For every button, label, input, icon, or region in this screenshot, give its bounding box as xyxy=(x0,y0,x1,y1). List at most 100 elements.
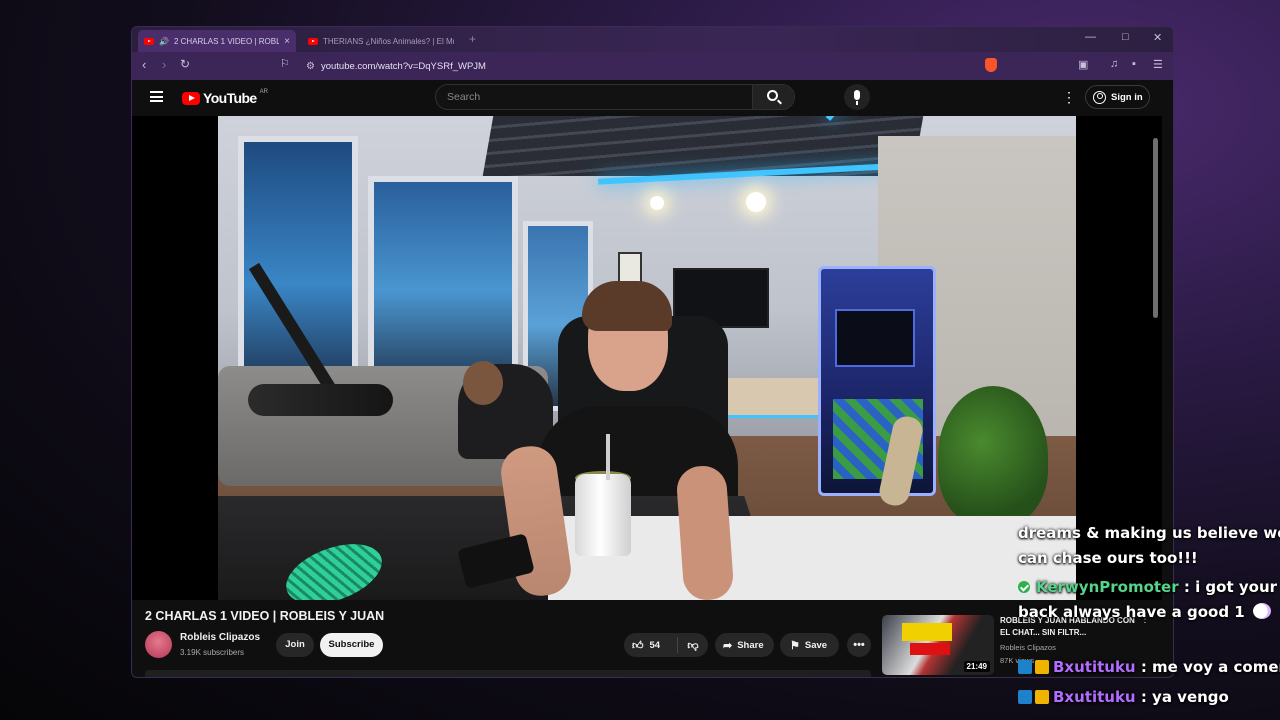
unicorn-emote-icon xyxy=(1252,603,1271,619)
share-label: Share xyxy=(737,639,764,651)
url-text[interactable]: youtube.com/watch?v=DqYSRf_WPJM xyxy=(321,61,486,72)
speaker-icon[interactable]: 🔊 xyxy=(159,37,169,46)
brave-shield-icon[interactable] xyxy=(985,58,997,72)
hamburger-menu-icon[interactable] xyxy=(150,91,163,102)
scene-lamp xyxy=(746,192,766,212)
chat-text: : me voy a comer xyxy=(1135,658,1280,676)
chat-text: can chase ours too!!! xyxy=(1018,549,1198,567)
forward-icon[interactable]: › xyxy=(162,57,166,72)
close-window-button[interactable]: ✕ xyxy=(1153,31,1162,44)
page-scrollbar[interactable] xyxy=(1153,138,1158,318)
country-code: AR xyxy=(259,89,268,95)
description-box[interactable] xyxy=(145,670,871,677)
video-duration: 21:49 xyxy=(963,661,990,672)
tab-title: 2 CHARLAS 1 VIDEO | ROBLEIS xyxy=(173,36,279,46)
suggested-channel[interactable]: Robleis Clipazos xyxy=(1000,643,1056,652)
more-horizontal-icon: ••• xyxy=(853,639,865,651)
minimize-button[interactable]: — xyxy=(1085,31,1096,43)
tab-therians[interactable]: THERIANS ¿Niños Animales? | El Mu xyxy=(302,30,460,52)
search-icon xyxy=(767,90,778,101)
scene-person-hair xyxy=(582,281,672,331)
video-frame[interactable] xyxy=(218,116,1076,600)
verified-badge-icon xyxy=(1018,581,1030,593)
arcade-screen xyxy=(835,309,915,367)
tab-title: THERIANS ¿Niños Animales? | El Mu xyxy=(323,36,454,46)
bookmark-icon[interactable]: ⚐ xyxy=(280,57,290,70)
channel-name[interactable]: Robleis Clipazos xyxy=(180,632,260,643)
scene-lamp xyxy=(650,196,664,210)
tab-close-icon[interactable]: × xyxy=(284,36,290,47)
thumbs-up-icon: 👍︎ xyxy=(632,639,644,652)
crown-badge-icon xyxy=(1035,660,1049,674)
sign-in-button[interactable]: Sign in xyxy=(1085,85,1150,109)
youtube-logo[interactable]: YouTube AR xyxy=(182,89,268,106)
sidebar-icon[interactable]: ▣ xyxy=(1078,58,1088,71)
chat-text: : ya vengo xyxy=(1135,688,1229,706)
scene-plant xyxy=(938,386,1048,526)
scene-cabinet xyxy=(728,378,820,418)
microphone-icon xyxy=(854,90,860,105)
chat-username: Bxutituku xyxy=(1053,688,1136,706)
site-settings-icon[interactable]: ⚙ xyxy=(306,61,315,72)
url-field[interactable]: ⚙ youtube.com/watch?v=DqYSRf_WPJM xyxy=(306,57,986,75)
thumbnail-art xyxy=(910,643,950,655)
chat-username: Bxutituku xyxy=(1053,658,1136,676)
channel-avatar[interactable] xyxy=(145,631,172,658)
suggested-video-thumbnail[interactable]: 21:49 xyxy=(882,615,994,675)
video-player[interactable] xyxy=(132,116,1162,600)
maximize-button[interactable]: □ xyxy=(1122,31,1129,43)
voice-search-button[interactable] xyxy=(844,84,870,110)
join-button[interactable]: Join xyxy=(276,633,314,657)
subscriber-count: 3.19K subscribers xyxy=(180,648,245,657)
thumbs-down-icon: 👎︎ xyxy=(687,639,699,652)
more-actions-button[interactable]: ••• xyxy=(847,633,871,657)
wallet-icon[interactable]: ▪ xyxy=(1132,58,1136,70)
scene-person-head xyxy=(463,361,503,405)
tab-active-video[interactable]: 🔊 2 CHARLAS 1 VIDEO | ROBLEIS × xyxy=(138,30,296,52)
prime-badge-icon xyxy=(1018,690,1032,704)
scene-person-arm xyxy=(675,464,735,600)
crown-badge-icon xyxy=(1035,690,1049,704)
youtube-favicon-icon xyxy=(308,37,318,45)
search-box xyxy=(435,84,795,110)
bookmark-save-icon: ⚑ xyxy=(790,639,800,652)
address-bar: ‹ › ↻ ⚐ ⚙ youtube.com/watch?v=DqYSRf_WPJ… xyxy=(132,52,1173,80)
chat-message: can chase ours too!!! xyxy=(1018,546,1198,571)
dislike-button[interactable]: 👎︎ xyxy=(678,639,708,652)
chat-message: Bxutituku : me voy a comer xyxy=(1018,655,1280,680)
save-button[interactable]: ⚑ Save xyxy=(780,633,839,657)
prime-badge-icon xyxy=(1018,660,1032,674)
youtube-play-icon xyxy=(182,91,200,105)
share-button[interactable]: ➦ Share xyxy=(715,633,774,657)
back-icon[interactable]: ‹ xyxy=(142,57,146,72)
chat-message: KerwynPromoter : i got your xyxy=(1018,575,1277,600)
save-label: Save xyxy=(804,639,828,651)
chat-message: Bxutituku : ya vengo xyxy=(1018,685,1229,710)
like-count: 54 xyxy=(649,639,661,651)
sign-in-label: Sign in xyxy=(1111,91,1143,103)
scene-microphone xyxy=(248,384,393,416)
chat-text: : i got your xyxy=(1178,578,1278,596)
subscribe-button[interactable]: Subscribe xyxy=(320,633,383,657)
like-button[interactable]: 👍︎ 54 xyxy=(624,637,678,653)
chat-username: KerwynPromoter xyxy=(1036,578,1179,596)
settings-more-icon[interactable]: ⋮ xyxy=(1062,89,1076,106)
chat-message: back always have a good 1 xyxy=(1018,600,1271,625)
scene-mate-cup xyxy=(575,474,631,556)
tab-bar: 🔊 2 CHARLAS 1 VIDEO | ROBLEIS × THERIANS… xyxy=(132,27,1173,52)
chat-message: dreams & making us believe we xyxy=(1018,521,1280,546)
search-button[interactable] xyxy=(752,85,794,109)
like-dislike-group: 👍︎ 54 👎︎ xyxy=(624,633,708,657)
account-icon xyxy=(1093,90,1106,104)
music-icon[interactable]: ♫ xyxy=(1110,58,1118,70)
chat-text: dreams & making us believe we xyxy=(1018,524,1280,542)
youtube-page: YouTube AR ⋮ Sign in xyxy=(132,80,1162,677)
youtube-header: YouTube AR ⋮ Sign in xyxy=(132,80,1162,116)
menu-icon[interactable]: ☰ xyxy=(1153,58,1163,71)
new-tab-button[interactable]: + xyxy=(469,32,476,46)
share-icon: ➦ xyxy=(723,639,733,652)
reload-icon[interactable]: ↻ xyxy=(180,57,190,71)
search-input[interactable] xyxy=(436,85,794,109)
scene-bombilla xyxy=(606,434,610,480)
logo-text: YouTube xyxy=(203,90,257,106)
